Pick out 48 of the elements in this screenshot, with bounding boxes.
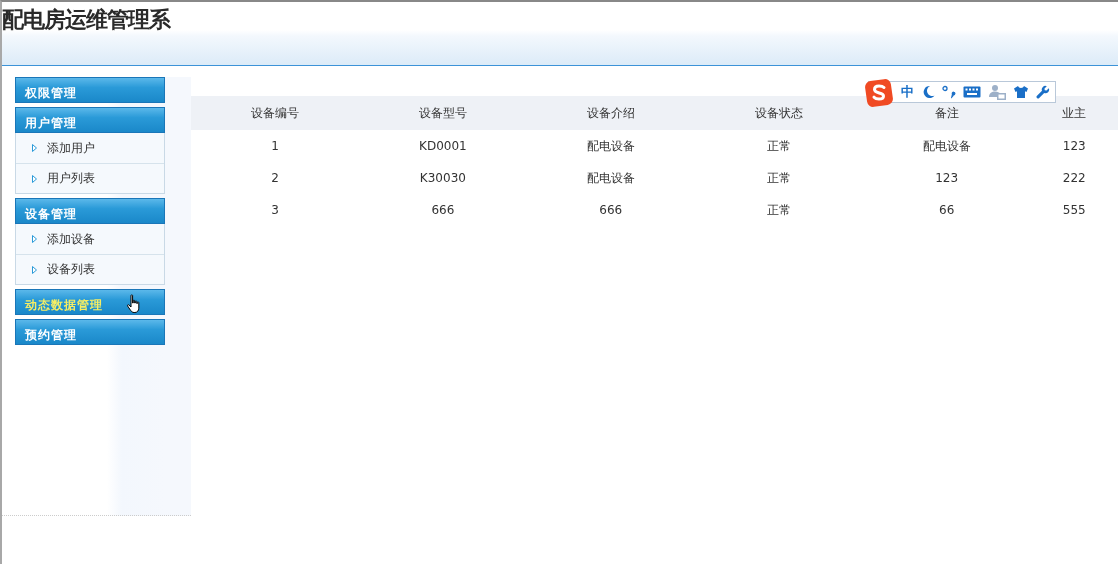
menu-group-header[interactable]: 权限管理	[15, 77, 165, 103]
moon-icon[interactable]	[921, 85, 935, 99]
table-cell: KD0001	[358, 130, 527, 162]
table-cell-text: 正常	[765, 169, 792, 187]
column-header: 设备介绍	[526, 96, 695, 130]
column-header: 业主	[1030, 96, 1118, 130]
table-cell-text: 正常	[765, 201, 792, 219]
table-cell: 正常	[694, 130, 863, 162]
shirt-icon[interactable]	[1013, 85, 1029, 99]
table-cell-text: 666	[598, 202, 624, 219]
menu-item[interactable]: 用户列表	[16, 163, 164, 193]
table-cell: 1	[191, 130, 359, 162]
menu-item-label: 添加用户	[47, 139, 95, 157]
column-header: 设备型号	[358, 96, 527, 130]
table-cell: 配电设备	[526, 130, 695, 162]
menu-group-header[interactable]: 设备管理	[15, 198, 165, 224]
menu-item-label: 设备列表	[47, 261, 95, 278]
triangle-bullet-icon	[32, 265, 37, 274]
punctuation-icon[interactable]	[942, 85, 956, 99]
table-cell-text: K30030	[418, 170, 467, 187]
hand-cursor-icon	[126, 294, 142, 314]
menu-group-header[interactable]: 用户管理	[15, 107, 165, 133]
table-cell-text: 555	[1061, 202, 1087, 219]
menu-item[interactable]: 设备列表	[16, 254, 164, 284]
keyboard-icon[interactable]	[963, 86, 981, 98]
menu-group-header[interactable]: 动态数据管理	[15, 289, 165, 315]
column-header: 设备编号	[191, 96, 359, 130]
app-title: 配电房运维管理系	[2, 6, 172, 33]
table-cell: 配电设备	[862, 130, 1031, 162]
column-header: 设备状态	[694, 96, 863, 130]
table-cell-text: 66	[938, 202, 956, 219]
menu-item-label: 用户列表	[47, 170, 95, 187]
table-cell-text: 123	[934, 170, 960, 187]
table-cell-text: 222	[1061, 170, 1087, 187]
table-cell-text: 666	[430, 202, 456, 219]
menu-item[interactable]: 添加用户	[16, 133, 164, 163]
table-cell: 123	[1030, 130, 1118, 162]
triangle-bullet-icon	[32, 174, 37, 183]
menu-group-header[interactable]: 预约管理	[15, 319, 165, 345]
table-cell-text: 配电设备	[585, 169, 636, 187]
menu-item-label: 添加设备	[47, 230, 95, 248]
triangle-bullet-icon	[32, 235, 37, 243]
triangle-bullet-icon	[32, 144, 37, 152]
s-logo-icon[interactable]	[865, 79, 893, 107]
table-cell-text: 3	[270, 202, 280, 219]
menu-item[interactable]: 添加设备	[16, 224, 164, 254]
wrench-icon[interactable]	[1036, 85, 1050, 99]
table-cell-text: 2	[270, 170, 280, 187]
